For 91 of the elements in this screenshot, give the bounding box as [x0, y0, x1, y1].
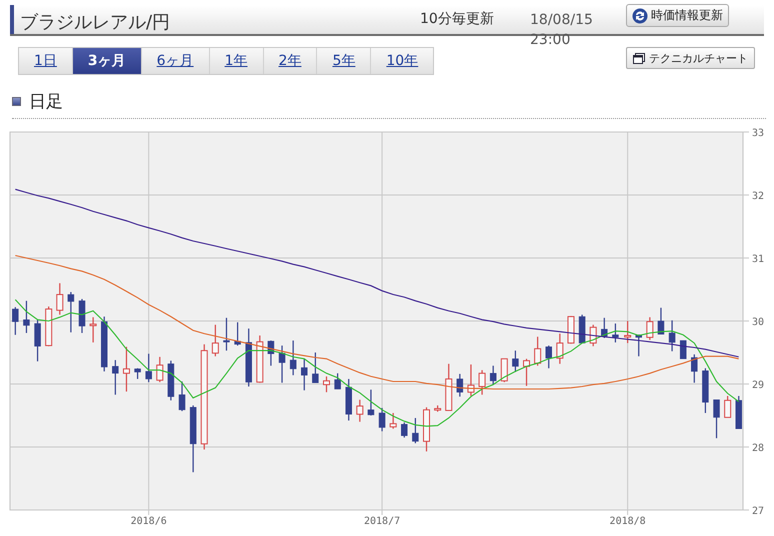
period-tab[interactable]: 1日 — [19, 48, 73, 74]
update-interval: 10分毎更新 — [420, 10, 495, 28]
rising-candlestick — [445, 364, 452, 411]
rising-candlestick — [90, 317, 97, 342]
falling-candlestick — [34, 320, 41, 362]
period-tab[interactable]: 5年 — [317, 48, 372, 74]
timestamp: 18/08/15 23:00 — [530, 11, 594, 50]
refresh-icon — [632, 8, 648, 24]
falling-candlestick — [345, 378, 352, 421]
rising-candlestick — [434, 405, 442, 412]
rising-candlestick — [567, 316, 574, 344]
axis-label: 30 — [752, 317, 764, 328]
axis-label: 29 — [752, 380, 764, 391]
rising-candlestick — [624, 321, 632, 344]
falling-candlestick — [78, 298, 86, 333]
refresh-button[interactable]: 時価情報更新 — [626, 4, 729, 27]
falling-candlestick — [245, 328, 252, 387]
rising-candlestick — [590, 324, 597, 346]
falling-candlestick — [368, 390, 374, 416]
falling-candlestick — [178, 381, 186, 412]
falling-candlestick — [490, 366, 496, 385]
technical-chart-button[interactable]: テクニカルチャート — [626, 47, 755, 69]
rising-candlestick — [534, 336, 542, 366]
falling-candlestick — [658, 308, 664, 334]
rising-candlestick — [556, 334, 564, 364]
falling-candlestick — [378, 408, 386, 432]
rising-candlestick — [423, 407, 430, 452]
rising-candlestick — [500, 358, 508, 382]
falling-candlestick — [401, 422, 408, 438]
falling-candlestick — [546, 346, 552, 368]
window-icon — [633, 52, 645, 64]
bullet-icon — [12, 97, 21, 106]
falling-candlestick — [691, 354, 698, 383]
falling-candlestick — [223, 318, 230, 351]
axis-label: 32 — [752, 191, 764, 202]
period-tab[interactable]: 1年 — [210, 48, 264, 74]
rising-candlestick — [478, 370, 486, 395]
rising-candlestick — [523, 358, 530, 386]
falling-candlestick — [168, 360, 174, 400]
falling-candlestick — [290, 340, 296, 376]
falling-candlestick — [736, 396, 742, 429]
falling-candlestick — [456, 374, 464, 397]
rising-candlestick — [356, 400, 364, 422]
axis-label: 2018/6 — [130, 516, 167, 527]
rising-candlestick — [156, 356, 164, 382]
falling-candlestick — [713, 400, 720, 438]
falling-candlestick — [601, 318, 608, 338]
rising-candlestick — [467, 364, 474, 396]
falling-candlestick — [112, 360, 119, 395]
falling-candlestick — [68, 292, 74, 332]
falling-candlestick — [702, 368, 709, 413]
axis-label: 31 — [752, 254, 764, 265]
axis-label: 27 — [752, 506, 764, 517]
falling-candlestick — [512, 350, 519, 372]
falling-candlestick — [190, 405, 196, 472]
falling-candlestick — [301, 358, 308, 390]
falling-candlestick — [680, 340, 686, 360]
falling-candlestick — [635, 334, 642, 356]
period-tab[interactable]: 3ヶ月 — [72, 48, 142, 74]
period-tab[interactable]: 10年 — [371, 48, 434, 74]
falling-candlestick — [134, 368, 141, 379]
period-tab[interactable]: 2年 — [264, 48, 318, 74]
rising-candlestick — [212, 324, 219, 356]
falling-candlestick — [612, 324, 619, 342]
page-title: ブラジルレアル/円 — [19, 11, 172, 34]
rising-candlestick — [390, 412, 397, 429]
falling-candlestick — [23, 300, 30, 333]
falling-candlestick — [668, 320, 676, 352]
falling-candlestick — [12, 307, 19, 335]
rising-candlestick — [256, 336, 264, 383]
falling-candlestick — [334, 373, 341, 390]
falling-candlestick — [268, 340, 274, 366]
falling-candlestick — [412, 418, 419, 444]
falling-candlestick — [100, 316, 108, 372]
period-tab[interactable]: 6ヶ月 — [142, 48, 210, 74]
axis-label: 2018/7 — [364, 516, 400, 527]
rising-candlestick — [323, 376, 330, 392]
rising-candlestick — [56, 283, 64, 315]
falling-candlestick — [578, 314, 586, 344]
rising-candlestick — [45, 306, 52, 346]
rising-candlestick — [122, 346, 130, 392]
falling-candlestick — [234, 322, 241, 346]
falling-candlestick — [278, 346, 286, 383]
falling-candlestick — [145, 354, 152, 382]
section-title: 日足 — [29, 91, 63, 113]
rising-candlestick — [646, 317, 654, 340]
axis-label: 2018/8 — [610, 516, 646, 527]
falling-candlestick — [312, 352, 319, 383]
rising-candlestick — [724, 396, 732, 418]
axis-label: 33 — [752, 128, 764, 139]
axis-label: 28 — [752, 443, 764, 454]
